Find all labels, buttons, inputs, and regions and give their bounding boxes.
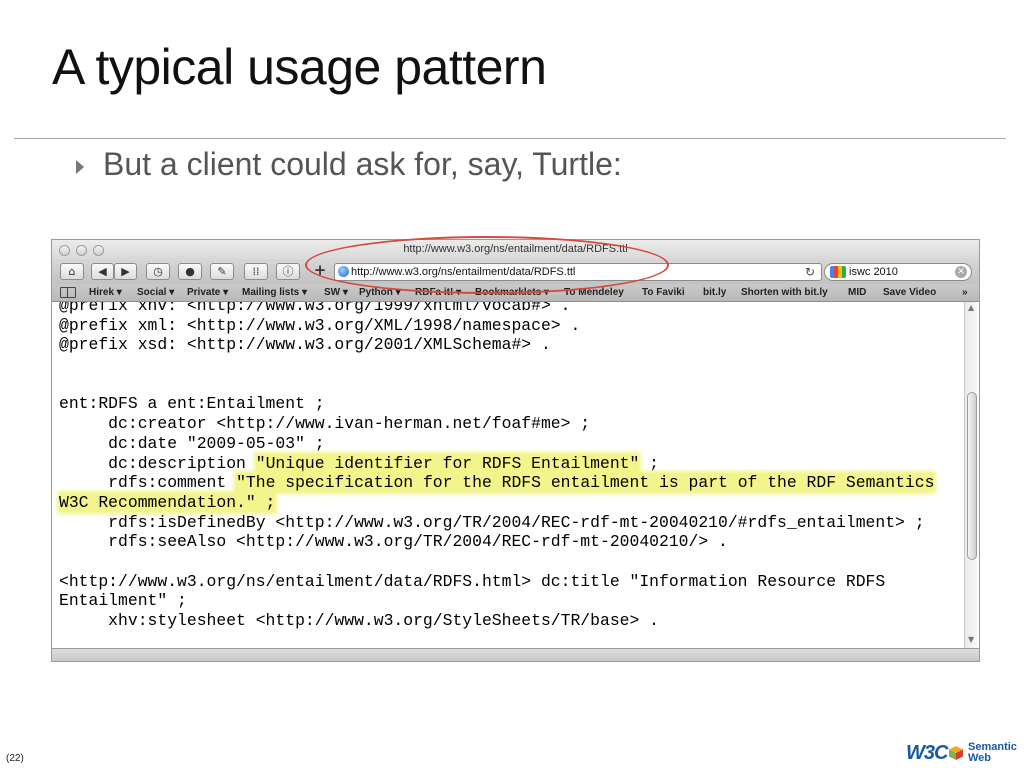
highlighted-comment: "The specification for the RDFS entailme… <box>236 473 935 493</box>
bookmark-item[interactable]: To Faviki <box>642 287 685 298</box>
search-text: iswc 2010 <box>849 266 898 278</box>
back-button[interactable]: ◀ <box>91 263 114 280</box>
status-bar <box>52 648 979 661</box>
forward-button[interactable]: ▶ <box>114 263 137 280</box>
google-search-icon <box>830 266 846 278</box>
code-line: Entailment" ; <box>59 591 187 611</box>
history-button[interactable]: ◷ <box>146 263 170 280</box>
code-line: rdfs:seeAlso <http://www.w3.org/TR/2004/… <box>59 532 728 552</box>
bookmark-overflow[interactable]: » <box>962 287 968 298</box>
reload-icon[interactable]: ↻ <box>805 265 815 279</box>
home-button[interactable]: ⌂ <box>60 263 84 280</box>
url-annotation-ellipse <box>305 236 669 294</box>
bookmark-item[interactable]: Save Video <box>883 287 936 298</box>
bookmark-item[interactable]: Shorten with bit.ly <box>741 287 828 298</box>
scroll-thumb[interactable] <box>967 392 977 560</box>
bookmark-item[interactable]: bit.ly <box>703 287 726 298</box>
w3c-semantic-web-logo: W3C Semantic Web <box>906 741 1018 765</box>
code-line: rdfs:isDefinedBy <http://www.w3.org/TR/2… <box>59 512 925 532</box>
info-button[interactable]: ⓘ <box>276 263 300 280</box>
grid-button[interactable]: ⁞⁞ <box>244 263 268 280</box>
scroll-up-icon[interactable]: ▲ <box>968 303 974 312</box>
code-line: ent:RDFS a ent:Entailment ; <box>59 394 325 414</box>
code-line-prefix: dc:description <box>59 453 256 473</box>
code-line-suffix: ; <box>639 453 660 473</box>
code-line: dc:description "Unique identifier for RD… <box>59 453 934 474</box>
turtle-code: @prefix xhv: <http://www.w3.org/1999/xht… <box>59 302 935 631</box>
edit-button[interactable]: ✎ <box>210 263 234 280</box>
browser-window: http://www.w3.org/ns/entailment/data/RDF… <box>52 240 979 661</box>
semantic-web-label: Semantic Web <box>968 742 1017 764</box>
download-button[interactable]: ● <box>178 263 202 280</box>
bookmark-item[interactable]: Mailing lists ▾ <box>242 287 307 298</box>
code-line: W3C Recommendation." ; <box>59 492 934 513</box>
highlighted-comment-continued: W3C Recommendation." ; <box>59 492 276 512</box>
scroll-down-icon[interactable]: ▼ <box>968 635 974 644</box>
slide-number: (22) <box>6 753 24 764</box>
bookmark-item[interactable]: Social ▾ <box>137 287 174 298</box>
w3c-logo-text: W3C <box>906 742 948 764</box>
code-line: @prefix xml: <http://www.w3.org/XML/1998… <box>59 315 581 335</box>
code-line: xhv:stylesheet <http://www.w3.org/StyleS… <box>59 611 659 630</box>
code-line: <http://www.w3.org/ns/entailment/data/RD… <box>59 571 886 591</box>
bookmark-item[interactable]: Private ▾ <box>187 287 228 298</box>
bookmark-item[interactable]: MID <box>848 287 866 298</box>
bookmark-item[interactable]: Hirek ▾ <box>89 287 122 298</box>
code-line: @prefix xsd: <http://www.w3.org/2001/XML… <box>59 335 551 355</box>
code-line: rdfs:comment "The specification for the … <box>59 473 935 493</box>
clear-search-icon[interactable]: ✕ <box>955 266 967 278</box>
highlighted-description: "Unique identifier for RDFS Entailment" <box>255 453 640 473</box>
bookmark-item[interactable]: SW ▾ <box>324 287 348 298</box>
slide-title: A typical usage pattern <box>52 39 547 95</box>
bookmarks-book-icon[interactable] <box>60 287 76 298</box>
bullet-arrow-icon <box>76 160 84 174</box>
code-line: dc:creator <http://www.ivan-herman.net/f… <box>59 414 591 434</box>
web-label: Web <box>968 752 992 764</box>
code-line: dc:date "2009-05-03" ; <box>59 433 325 453</box>
semantic-web-cube-icon <box>949 746 963 760</box>
code-line-prefix: rdfs:comment <box>59 473 237 493</box>
code-line: @prefix xhv: <http://www.w3.org/1999/xht… <box>59 302 571 315</box>
bullet-text: But a client could ask for, say, Turtle: <box>103 146 622 182</box>
vertical-scrollbar[interactable]: ▲ ▼ <box>964 302 979 648</box>
search-field[interactable]: iswc 2010 ✕ <box>824 263 972 281</box>
document-content: @prefix xhv: <http://www.w3.org/1999/xht… <box>52 302 964 648</box>
title-divider <box>14 138 1006 139</box>
